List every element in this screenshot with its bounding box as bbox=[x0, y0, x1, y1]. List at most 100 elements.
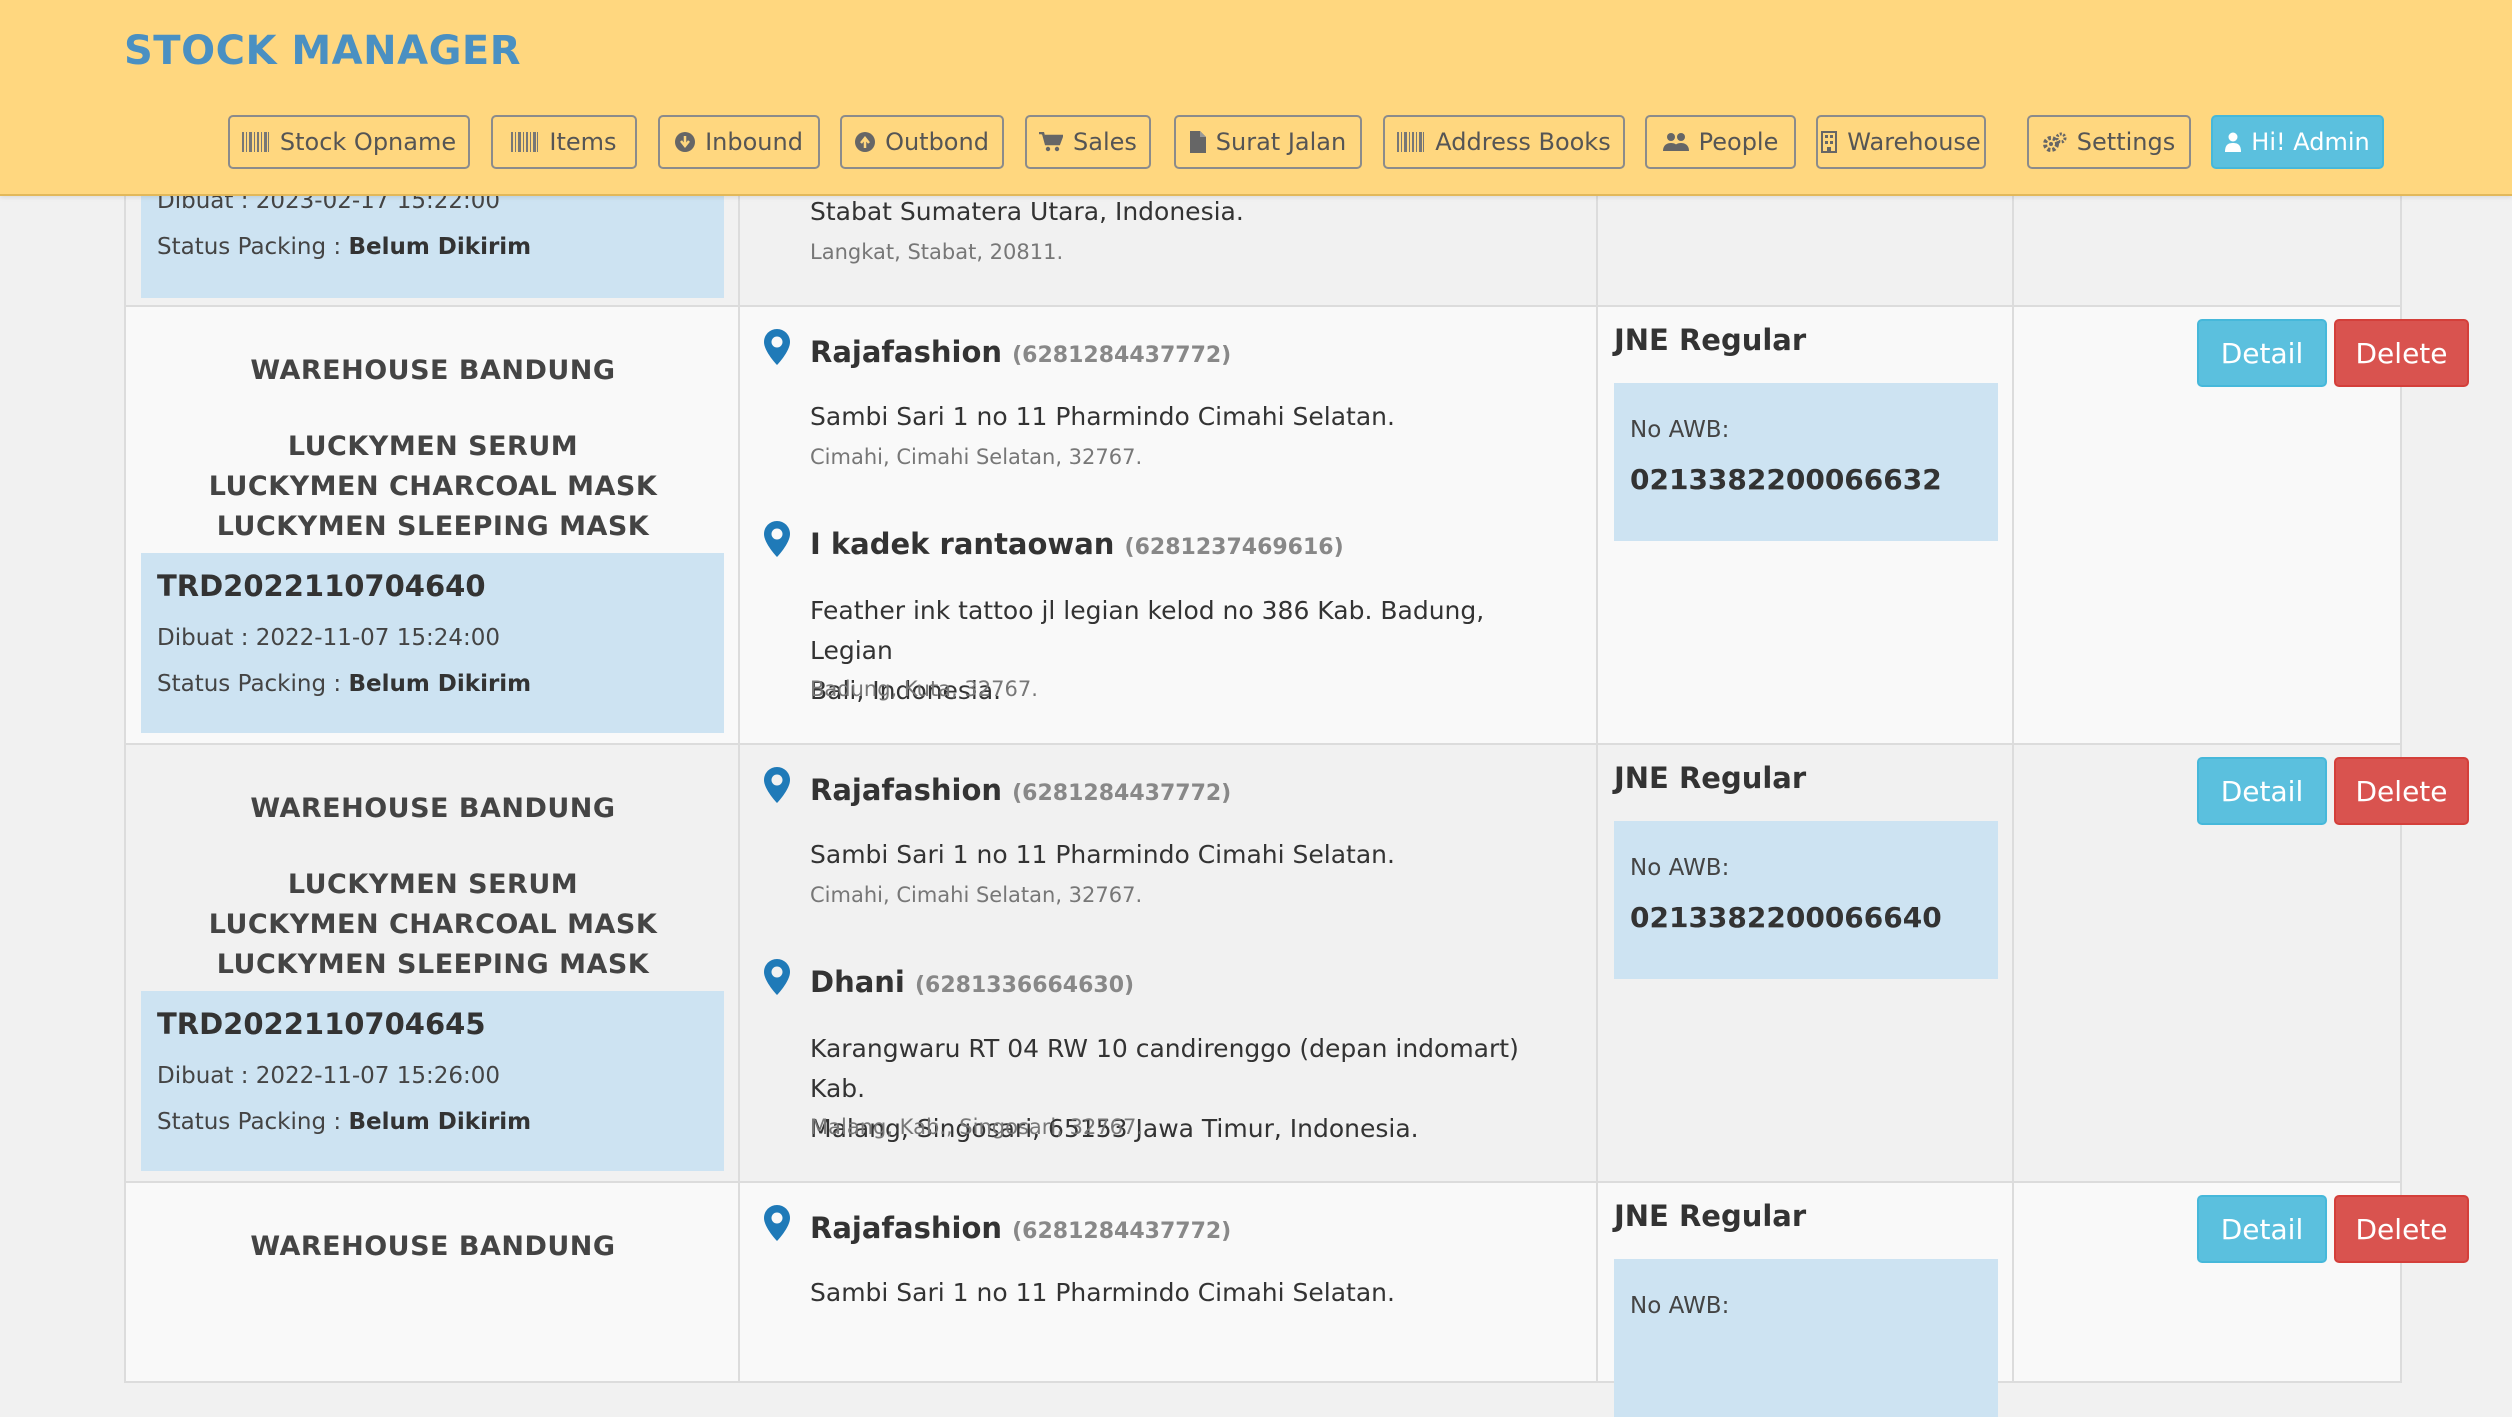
delete-button[interactable]: Delete bbox=[2334, 319, 2469, 387]
table-row: WAREHOUSE BANDUNG LUCKYMEN SERUM LUCKYME… bbox=[124, 745, 2469, 1183]
packing-status: Status Packing : Belum Dikirim bbox=[157, 1109, 532, 1135]
main-nav: Stock Opname Items Inbound Outbond Sales… bbox=[0, 115, 2512, 173]
detail-button[interactable]: Detail bbox=[2197, 1195, 2327, 1263]
awb-label: No AWB: bbox=[1630, 417, 1730, 443]
order-info-box: TRD2022110704640 Dibuat : 2022-11-07 15:… bbox=[141, 553, 724, 733]
awb-label: No AWB: bbox=[1630, 855, 1730, 881]
warehouse-name: WAREHOUSE BANDUNG bbox=[250, 1231, 616, 1262]
action-cell: Detail Delete bbox=[2014, 307, 2469, 743]
address-cell: Rajafashion (6281284437772) Sambi Sari 1… bbox=[740, 307, 1598, 743]
nav-inbound[interactable]: Inbound bbox=[658, 115, 820, 169]
nav-user-menu[interactable]: Hi! Admin bbox=[2211, 115, 2384, 169]
nav-stock-opname[interactable]: Stock Opname bbox=[228, 115, 470, 169]
receiver-address: Stabat Sumatera Utara, Indonesia. bbox=[810, 197, 1244, 226]
delete-button[interactable]: Delete bbox=[2334, 1195, 2469, 1263]
nav-label: Items bbox=[549, 128, 617, 156]
courier-name: JNE Regular bbox=[1614, 1199, 1807, 1233]
warehouse-name: WAREHOUSE BANDUNG bbox=[250, 793, 616, 824]
receiver-name: Dhani (6281336664630) bbox=[810, 965, 1135, 999]
users-icon bbox=[1662, 132, 1689, 152]
sender-name: Rajafashion (6281284437772) bbox=[810, 1211, 1232, 1245]
sender-address: Sambi Sari 1 no 11 Pharmindo Cimahi Sela… bbox=[810, 840, 1395, 869]
sender-city: Cimahi, Cimahi Selatan, 32767. bbox=[810, 883, 1143, 907]
nav-label: Hi! Admin bbox=[2251, 128, 2370, 156]
awb-number: 0213382200066632 bbox=[1630, 463, 1942, 496]
top-navbar: STOCK MANAGER Stock Opname Items Inbound… bbox=[0, 0, 2512, 196]
arrow-circle-up-icon bbox=[855, 132, 876, 152]
nav-people[interactable]: People bbox=[1645, 115, 1796, 169]
product-item: LUCKYMEN SERUM bbox=[287, 869, 579, 900]
product-list: LUCKYMEN SERUM LUCKYMEN CHARCOAL MASK LU… bbox=[126, 427, 740, 547]
receiver-name: I kadek rantaowan (6281237469616) bbox=[810, 527, 1344, 561]
courier-name: JNE Regular bbox=[1614, 323, 1807, 357]
awb-number: 0213382200066640 bbox=[1630, 901, 1942, 934]
nav-settings[interactable]: Settings bbox=[2027, 115, 2191, 169]
nav-surat-jalan[interactable]: Surat Jalan bbox=[1174, 115, 1362, 169]
order-info-box: TRD2022110704645 Dibuat : 2022-11-07 15:… bbox=[141, 991, 724, 1171]
courier-name: JNE Regular bbox=[1614, 761, 1807, 795]
delete-button[interactable]: Delete bbox=[2334, 757, 2469, 825]
order-created: Dibuat : 2022-11-07 15:26:00 bbox=[157, 1063, 501, 1089]
awb-box: No AWB: 0213382200066640 bbox=[1614, 821, 1998, 979]
map-marker-icon bbox=[764, 329, 790, 365]
order-number: TRD2022110704645 bbox=[157, 1007, 486, 1041]
awb-box: No AWB: 0213382200066632 bbox=[1614, 383, 1998, 541]
address-cell: Rajafashion (6281284437772) Sambi Sari 1… bbox=[740, 745, 1598, 1181]
barcode-icon bbox=[1397, 132, 1425, 152]
map-marker-icon bbox=[764, 521, 790, 557]
nav-label: Outbond bbox=[885, 128, 989, 156]
action-cell: Detail Delete bbox=[2014, 745, 2469, 1181]
shopping-cart-icon bbox=[1039, 132, 1064, 152]
product-item: LUCKYMEN SERUM bbox=[287, 431, 579, 462]
table-row: WAREHOUSE BANDUNG Rajafashion (628128443… bbox=[124, 1183, 2469, 1417]
nav-label: Inbound bbox=[705, 128, 803, 156]
barcode-icon bbox=[511, 132, 539, 152]
product-item: LUCKYMEN SLEEPING MASK bbox=[216, 949, 650, 980]
detail-button[interactable]: Detail bbox=[2197, 757, 2327, 825]
nav-address-books[interactable]: Address Books bbox=[1383, 115, 1625, 169]
nav-sales[interactable]: Sales bbox=[1025, 115, 1151, 169]
product-item: LUCKYMEN CHARCOAL MASK bbox=[208, 909, 658, 940]
awb-label: No AWB: bbox=[1630, 1293, 1730, 1319]
map-marker-icon bbox=[764, 767, 790, 803]
sender-name: Rajafashion (6281284437772) bbox=[810, 335, 1232, 369]
order-number: TRD2022110704640 bbox=[157, 569, 486, 603]
product-item: LUCKYMEN CHARCOAL MASK bbox=[208, 471, 658, 502]
courier-cell: JNE Regular No AWB: 0213382200066640 bbox=[1598, 745, 2014, 1181]
order-created: Dibuat : 2022-11-07 15:24:00 bbox=[157, 625, 501, 651]
product-item: LUCKYMEN SLEEPING MASK bbox=[216, 511, 650, 542]
sender-name: Rajafashion (6281284437772) bbox=[810, 773, 1232, 807]
sender-city: Cimahi, Cimahi Selatan, 32767. bbox=[810, 445, 1143, 469]
sender-phone: (6281284437772) bbox=[1012, 781, 1232, 806]
courier-cell: JNE Regular No AWB: bbox=[1598, 1183, 2014, 1417]
file-icon bbox=[1189, 131, 1206, 153]
map-marker-icon bbox=[764, 959, 790, 995]
nav-outbond[interactable]: Outbond bbox=[840, 115, 1004, 169]
action-cell: Detail Delete bbox=[2014, 1183, 2469, 1381]
sender-phone: (6281284437772) bbox=[1012, 1219, 1232, 1244]
nav-label: Warehouse bbox=[1847, 128, 1981, 156]
nav-label: People bbox=[1698, 128, 1779, 156]
nav-label: Sales bbox=[1073, 128, 1137, 156]
arrow-circle-down-icon bbox=[675, 132, 696, 152]
nav-label: Settings bbox=[2076, 128, 2176, 156]
sender-address: Sambi Sari 1 no 11 Pharmindo Cimahi Sela… bbox=[810, 402, 1395, 431]
nav-items[interactable]: Items bbox=[491, 115, 637, 169]
building-icon bbox=[1821, 131, 1838, 153]
packing-status: Status Packing : Belum Dikirim bbox=[157, 234, 532, 260]
detail-button[interactable]: Detail bbox=[2197, 319, 2327, 387]
nav-label: Surat Jalan bbox=[1215, 128, 1347, 156]
nav-label: Stock Opname bbox=[279, 128, 457, 156]
sender-address: Sambi Sari 1 no 11 Pharmindo Cimahi Sela… bbox=[810, 1278, 1395, 1307]
nav-warehouse[interactable]: Warehouse bbox=[1816, 115, 1986, 169]
receiver-phone: (6281237469616) bbox=[1124, 535, 1344, 560]
map-marker-icon bbox=[764, 1205, 790, 1241]
receiver-phone: (6281336664630) bbox=[914, 973, 1135, 998]
receiver-city: Langkat, Stabat, 20811. bbox=[810, 240, 1064, 264]
table-row: WAREHOUSE BANDUNG LUCKYMEN SERUM LUCKYME… bbox=[124, 307, 2469, 745]
nav-label: Address Books bbox=[1435, 128, 1611, 156]
barcode-icon bbox=[241, 132, 270, 152]
order-cell: WAREHOUSE BANDUNG bbox=[126, 1183, 740, 1381]
gears-icon bbox=[2042, 132, 2067, 152]
brand-title[interactable]: STOCK MANAGER bbox=[124, 28, 521, 74]
